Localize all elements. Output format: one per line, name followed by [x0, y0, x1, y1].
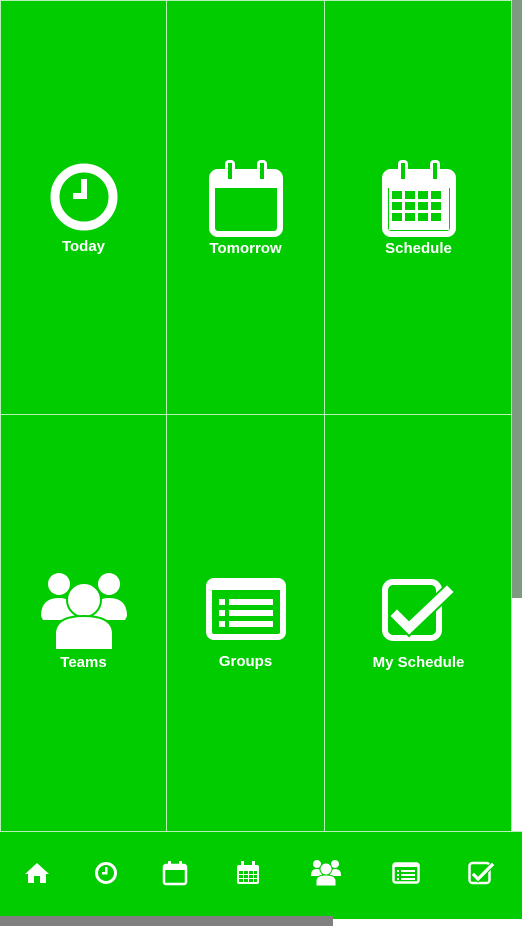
list-icon	[205, 578, 286, 640]
tile-teams[interactable]: Teams	[1, 572, 166, 671]
tile-label: Teams	[60, 654, 107, 671]
grid-divider	[0, 414, 512, 415]
tile-label: Tomorrow	[209, 240, 282, 257]
vertical-scrollbar[interactable]	[512, 0, 522, 598]
calendar-grid-icon	[381, 158, 457, 238]
tile-today[interactable]: Today	[1, 162, 166, 255]
users-icon	[40, 572, 127, 652]
nav-my-schedule-button[interactable]	[454, 832, 510, 919]
calendar-grid-icon	[235, 860, 261, 891]
nav-home-button[interactable]	[9, 832, 65, 919]
tile-grid: Today Tomorrow Schedule Teams Groups My …	[0, 0, 512, 831]
tile-label: Schedule	[385, 240, 452, 257]
checkbox-icon	[381, 578, 457, 642]
bottom-nav-bar	[0, 831, 522, 919]
tile-my-schedule[interactable]: My Schedule	[325, 578, 512, 671]
tile-tomorrow[interactable]: Tomorrow	[167, 158, 324, 257]
tile-label: Groups	[218, 653, 273, 670]
nav-schedule-button[interactable]	[220, 832, 276, 919]
horizontal-scrollbar[interactable]	[0, 916, 333, 926]
checkbox-icon	[468, 861, 496, 890]
grid-divider	[324, 0, 325, 831]
grid-divider	[166, 0, 167, 831]
tile-label: Today	[61, 238, 106, 255]
calendar-icon	[208, 158, 284, 238]
list-icon	[392, 862, 420, 889]
tile-label: My Schedule	[372, 654, 465, 671]
nav-teams-button[interactable]	[298, 832, 354, 919]
nav-groups-button[interactable]	[378, 832, 434, 919]
grid-divider	[0, 0, 512, 1]
nav-today-button[interactable]	[78, 832, 134, 919]
users-icon	[311, 859, 341, 892]
calendar-icon	[162, 860, 188, 891]
clock-icon	[49, 162, 119, 232]
horizontal-scrollbar-track	[333, 919, 522, 926]
tile-groups[interactable]: Groups	[167, 578, 324, 670]
vertical-scrollbar-track	[512, 598, 522, 831]
grid-divider	[0, 0, 1, 831]
nav-tomorrow-button[interactable]	[147, 832, 203, 919]
tile-schedule[interactable]: Schedule	[325, 158, 512, 257]
clock-icon	[94, 861, 118, 890]
home-icon	[24, 862, 50, 889]
